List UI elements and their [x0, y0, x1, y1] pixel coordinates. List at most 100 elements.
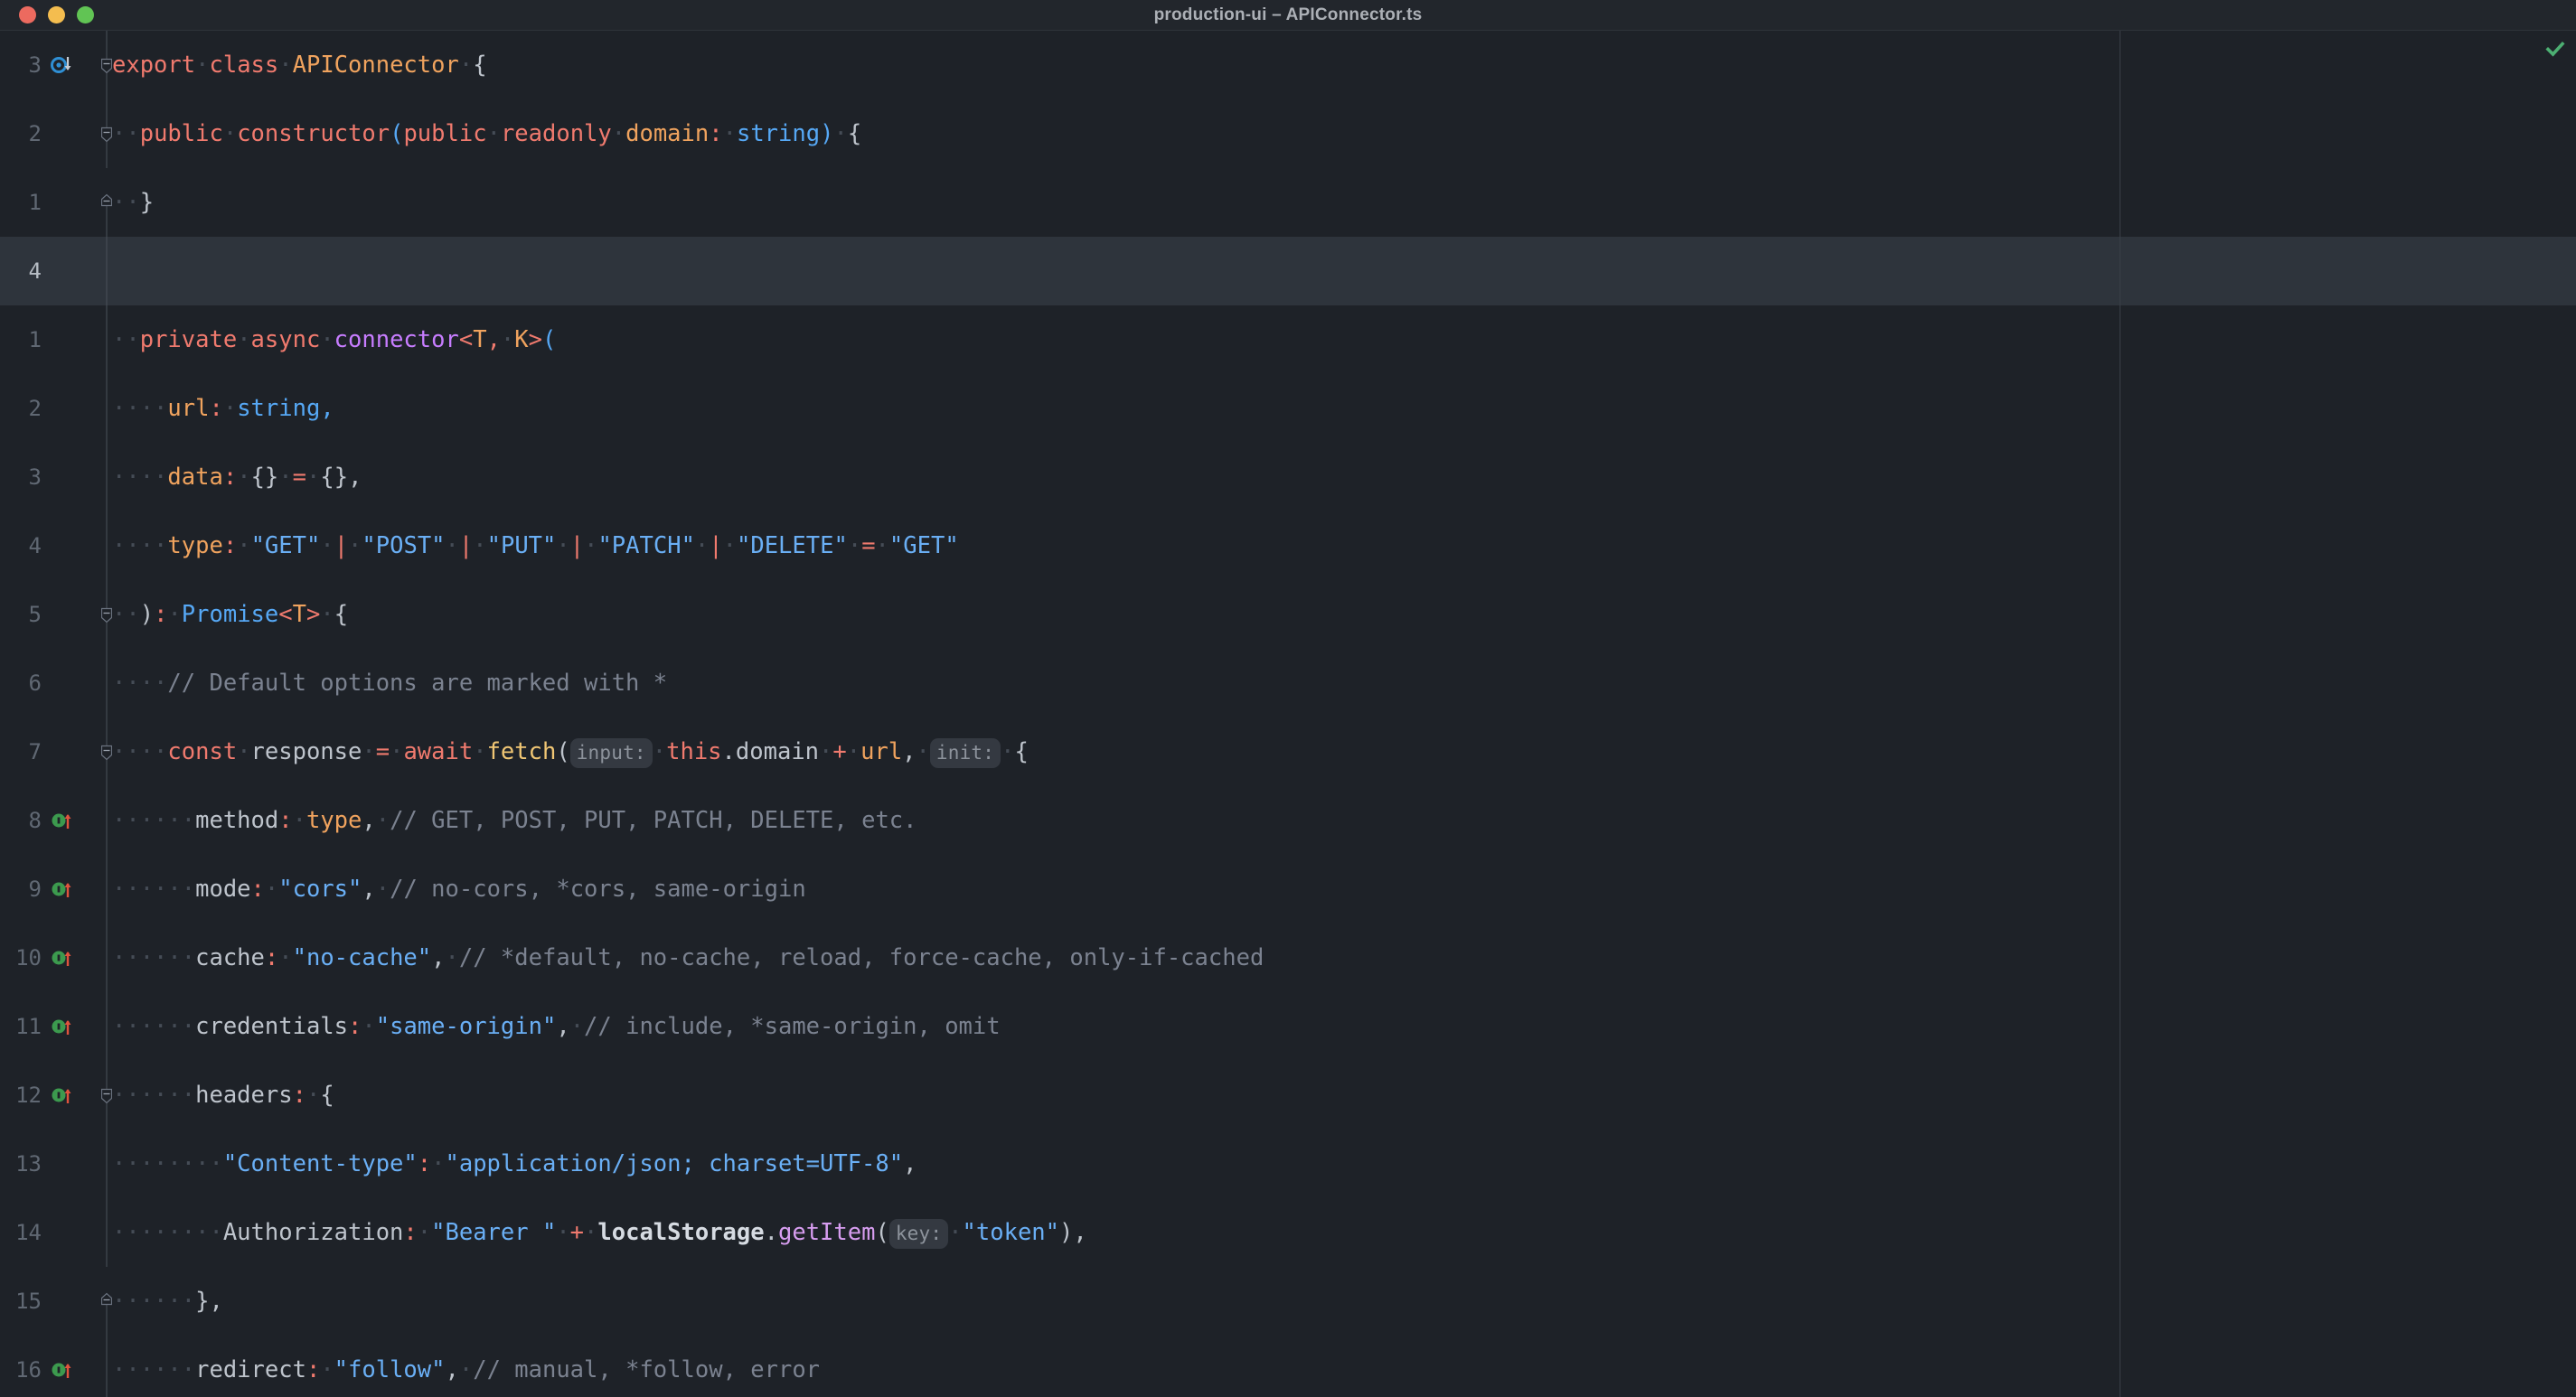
- code-line[interactable]: 8 ······method:·type,·// GET, POST, PUT, …: [0, 786, 2576, 855]
- editor-gutter[interactable]: 10: [0, 924, 101, 992]
- whitespace: ·: [473, 737, 487, 765]
- code-line[interactable]: 16 ······redirect:·"follow",·// manual, *…: [0, 1336, 2576, 1397]
- code-lines-container[interactable]: 3 export·class·APIConnector·{2 ··public·co…: [0, 31, 2576, 1397]
- code-text[interactable]: ······headers:·{: [112, 1061, 334, 1130]
- editor-gutter[interactable]: 3: [0, 31, 101, 99]
- code-token: ,: [903, 1150, 917, 1177]
- whitespace: ··: [112, 120, 140, 147]
- vcs-change-icon[interactable]: [51, 807, 78, 834]
- code-text[interactable]: ······credentials:·"same-origin",·// inc…: [112, 992, 1001, 1061]
- code-text[interactable]: ····url:·string,: [112, 374, 334, 443]
- breakpoint-override-icon[interactable]: [51, 52, 78, 79]
- vcs-change-icon[interactable]: [51, 876, 78, 903]
- code-line[interactable]: 12 ······headers:·{: [0, 1061, 2576, 1130]
- code-text[interactable]: ····type:·"GET"·|·"POST"·|·"PUT"·|·"PATC…: [112, 511, 959, 580]
- code-text[interactable]: ······method:·type,·// GET, POST, PUT, P…: [112, 786, 917, 855]
- code-token: APIConnector: [292, 52, 459, 79]
- code-folding-toggle[interactable]: [100, 31, 113, 99]
- code-folding-toggle[interactable]: [100, 1061, 113, 1130]
- editor-gutter[interactable]: 2: [0, 99, 101, 168]
- editor-gutter[interactable]: 14: [0, 1198, 101, 1267]
- minimize-window-button[interactable]: [48, 6, 65, 23]
- code-text[interactable]: ··public·constructor(public·readonly·dom…: [112, 99, 861, 168]
- code-text[interactable]: ····const·response·=·await·fetch(input: ·…: [112, 717, 1029, 787]
- editor-gutter[interactable]: 5: [0, 580, 101, 649]
- code-text[interactable]: ··private·async·connector<T,·K>(: [112, 305, 556, 374]
- editor-gutter[interactable]: 1: [0, 305, 101, 374]
- code-text[interactable]: export·class·APIConnector·{: [112, 31, 487, 99]
- code-token: T: [292, 601, 306, 628]
- editor-gutter[interactable]: 15: [0, 1267, 101, 1336]
- code-line[interactable]: 11 ······credentials:·"same-origin",·// i…: [0, 992, 2576, 1061]
- code-token: |: [334, 532, 349, 559]
- whitespace: ·: [306, 464, 321, 491]
- code-line[interactable]: 4: [0, 237, 2576, 305]
- editor-gutter[interactable]: 16: [0, 1336, 101, 1397]
- editor-gutter[interactable]: 2: [0, 374, 101, 443]
- code-text[interactable]: ······mode:·"cors",·// no-cors, *cors, s…: [112, 855, 806, 924]
- vcs-change-icon[interactable]: [51, 1356, 78, 1383]
- editor-gutter[interactable]: 4: [0, 237, 101, 305]
- editor-gutter[interactable]: 8: [0, 786, 101, 855]
- code-line[interactable]: 15 ······},: [0, 1267, 2576, 1336]
- code-line[interactable]: 3 ····data:·{}·=·{},: [0, 443, 2576, 511]
- code-line[interactable]: 7 ····const·response·=·await·fetch(input:…: [0, 717, 2576, 786]
- code-line[interactable]: 3 export·class·APIConnector·{: [0, 31, 2576, 99]
- code-token: ,: [320, 395, 334, 422]
- code-line[interactable]: 14 ········Authorization:·"Bearer "·+·loc…: [0, 1198, 2576, 1267]
- code-text[interactable]: ······},: [112, 1267, 223, 1336]
- code-folding-toggle[interactable]: [100, 168, 113, 237]
- whitespace: ·: [431, 1150, 446, 1177]
- line-number: 2: [28, 396, 42, 421]
- code-line[interactable]: 5 ··):·Promise<T>·{: [0, 580, 2576, 649]
- code-folding-toggle[interactable]: [100, 99, 113, 168]
- code-line[interactable]: 9 ······mode:·"cors",·// no-cors, *cors, …: [0, 855, 2576, 924]
- code-text[interactable]: ········"Content-type":·"application/jso…: [112, 1130, 917, 1198]
- whitespace: ····: [112, 532, 168, 559]
- code-token: }: [195, 1288, 210, 1315]
- editor-gutter[interactable]: 11: [0, 992, 101, 1061]
- code-text[interactable]: ····data:·{}·=·{},: [112, 443, 362, 511]
- code-line[interactable]: 1 ··private·async·connector<T,·K>(: [0, 305, 2576, 374]
- code-line[interactable]: 2 ··public·constructor(public·readonly·do…: [0, 99, 2576, 168]
- code-line[interactable]: 1 ··}: [0, 168, 2576, 237]
- code-line[interactable]: 13 ········"Content-type":·"application/j…: [0, 1130, 2576, 1198]
- code-folding-toggle[interactable]: [100, 580, 113, 649]
- vcs-change-icon[interactable]: [51, 1082, 78, 1109]
- vcs-change-icon[interactable]: [51, 944, 78, 971]
- whitespace: ······: [112, 876, 196, 903]
- code-token: domain: [625, 120, 710, 147]
- code-text[interactable]: ······cache:·"no-cache",·// *default, no…: [112, 924, 1264, 992]
- code-folding-toggle[interactable]: [100, 717, 113, 786]
- editor-gutter[interactable]: 6: [0, 649, 101, 717]
- code-editor[interactable]: 3 export·class·APIConnector·{2 ··public·co…: [0, 31, 2576, 1397]
- code-text[interactable]: ····// Default options are marked with *: [112, 649, 667, 717]
- code-token: (: [875, 1218, 889, 1246]
- editor-gutter[interactable]: 1: [0, 168, 101, 237]
- maximize-window-button[interactable]: [77, 6, 94, 23]
- close-window-button[interactable]: [19, 6, 36, 23]
- code-text[interactable]: ··):·Promise<T>·{: [112, 580, 348, 649]
- editor-gutter[interactable]: 13: [0, 1130, 101, 1198]
- line-number: 4: [28, 258, 42, 284]
- code-token: constructor: [237, 120, 390, 147]
- line-number: 13: [15, 1151, 42, 1177]
- editor-gutter[interactable]: 9: [0, 855, 101, 924]
- code-line[interactable]: 6 ····// Default options are marked with …: [0, 649, 2576, 717]
- editor-gutter[interactable]: 12: [0, 1061, 101, 1130]
- whitespace: ·: [348, 532, 362, 559]
- editor-gutter[interactable]: 7: [0, 717, 101, 786]
- code-text[interactable]: ········Authorization:·"Bearer "·+·local…: [112, 1198, 1087, 1268]
- editor-gutter[interactable]: 3: [0, 443, 101, 511]
- vcs-change-icon[interactable]: [51, 1013, 78, 1040]
- editor-gutter[interactable]: 4: [0, 511, 101, 580]
- code-folding-toggle[interactable]: [100, 1267, 113, 1336]
- code-line[interactable]: 2 ····url:·string,: [0, 374, 2576, 443]
- code-token: K: [514, 326, 529, 353]
- code-line[interactable]: 10 ······cache:·"no-cache",·// *default, …: [0, 924, 2576, 992]
- code-text[interactable]: ······redirect:·"follow",·// manual, *fo…: [112, 1336, 820, 1397]
- code-token: getItem: [777, 1218, 876, 1246]
- code-line[interactable]: 4 ····type:·"GET"·|·"POST"·|·"PUT"·|·"PAT…: [0, 511, 2576, 580]
- green-check-icon[interactable]: [2544, 38, 2566, 60]
- code-text[interactable]: ··}: [112, 168, 154, 237]
